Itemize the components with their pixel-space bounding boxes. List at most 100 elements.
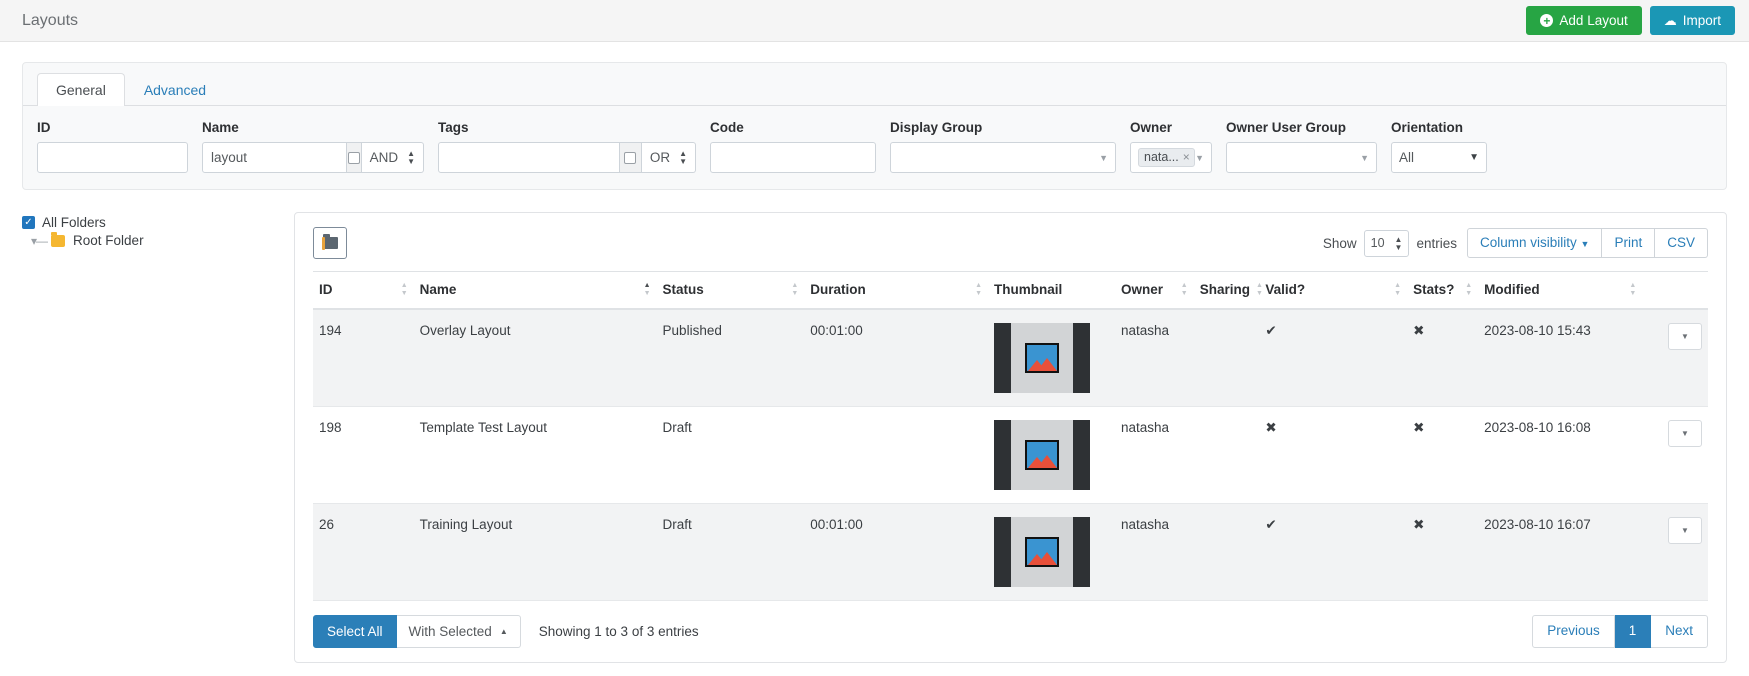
thumbnail-inner: [1011, 517, 1073, 587]
cell-duration: 00:01:00: [804, 309, 988, 407]
cloud-upload-icon: ☁: [1664, 14, 1677, 27]
cell-owner: natasha: [1115, 504, 1194, 601]
tree-item-all-folders[interactable]: ✓ All Folders: [22, 215, 294, 230]
orientation-select[interactable]: All ▼: [1391, 142, 1487, 173]
owner-label: Owner: [1130, 120, 1212, 135]
add-layout-label: Add Layout: [1559, 14, 1627, 28]
cell-stats: ✖: [1407, 407, 1478, 504]
column-visibility-button[interactable]: Column visibility ▼: [1467, 228, 1602, 259]
col-header-stats[interactable]: Stats?▲▼: [1407, 272, 1478, 310]
table-head: ID▲▼ Name▲▼ Status▲▼ Duration▲▼ Thumbnai…: [313, 272, 1708, 310]
id-label: ID: [37, 120, 188, 135]
page-header: Layouts + Add Layout ☁ Import: [0, 0, 1749, 42]
chevron-down-icon: ▼: [1360, 153, 1369, 163]
col-header-owner-label: Owner: [1121, 282, 1163, 297]
tree-expand-icon[interactable]: ▾—: [31, 234, 47, 248]
cell-name: Overlay Layout: [414, 309, 657, 407]
cell-sharing: [1194, 504, 1260, 601]
col-header-name-label: Name: [420, 282, 457, 297]
display-group-label: Display Group: [890, 120, 1116, 135]
csv-button[interactable]: CSV: [1655, 228, 1708, 259]
col-header-valid[interactable]: Valid?▲▼: [1259, 272, 1407, 310]
row-actions-dropdown-button[interactable]: ▼: [1668, 323, 1702, 350]
with-selected-button[interactable]: With Selected ▲: [397, 615, 521, 648]
cell-modified: 2023-08-10 15:43: [1478, 309, 1642, 407]
add-layout-button[interactable]: + Add Layout: [1526, 6, 1641, 36]
table-toolbar: Show 10 ▲▼ entries Column visibility ▼ P…: [313, 227, 1708, 259]
tree-item-root-folder[interactable]: ▾— Root Folder: [22, 233, 294, 248]
layouts-table-card: Show 10 ▲▼ entries Column visibility ▼ P…: [294, 212, 1727, 663]
col-header-id[interactable]: ID▲▼: [313, 272, 414, 310]
tab-general[interactable]: General: [37, 73, 125, 106]
tags-exact-checkbox[interactable]: [620, 142, 642, 173]
table-header-row: ID▲▼ Name▲▼ Status▲▼ Duration▲▼ Thumbnai…: [313, 272, 1708, 310]
col-header-modified[interactable]: Modified▲▼: [1478, 272, 1642, 310]
cell-status: Published: [657, 309, 805, 407]
root-folder-label: Root Folder: [73, 233, 144, 248]
row-actions-dropdown-button[interactable]: ▼: [1668, 517, 1702, 544]
checkbox-checked-icon[interactable]: ✓: [22, 216, 35, 229]
thumbnail-image: [994, 420, 1090, 490]
cell-id: 194: [313, 309, 414, 407]
cell-sharing: [1194, 407, 1260, 504]
col-header-sharing[interactable]: Sharing▲▼: [1194, 272, 1260, 310]
cell-valid: ✔: [1259, 504, 1407, 601]
sort-icon: ▲▼: [975, 283, 982, 297]
checkbox-box: [624, 152, 636, 164]
sort-icon: ▲▼: [1465, 283, 1472, 297]
select-all-button[interactable]: Select All: [313, 615, 397, 648]
folder-filter-button[interactable]: [313, 227, 347, 259]
show-label: Show: [1323, 236, 1357, 251]
id-input[interactable]: [37, 142, 188, 173]
sort-icon: ▲▼: [791, 283, 798, 297]
owner-user-group-select[interactable]: ▼: [1226, 142, 1377, 173]
name-input[interactable]: [202, 142, 347, 173]
cell-modified: 2023-08-10 16:08: [1478, 407, 1642, 504]
close-icon[interactable]: ×: [1183, 150, 1190, 164]
col-header-name[interactable]: Name▲▼: [414, 272, 657, 310]
filter-card: General Advanced ID Name AND ▲▼ Tags: [22, 62, 1727, 190]
table-row[interactable]: 198 Template Test Layout Draft natasha ✖…: [313, 407, 1708, 504]
col-header-status-label: Status: [663, 282, 704, 297]
cell-name: Training Layout: [414, 504, 657, 601]
caret-up-icon: ▲: [500, 627, 508, 636]
import-button[interactable]: ☁ Import: [1650, 6, 1735, 36]
name-logic-value: AND: [370, 150, 399, 165]
thumbnail-image: [994, 517, 1090, 587]
display-group-select[interactable]: ▼: [890, 142, 1116, 173]
tab-advanced[interactable]: Advanced: [125, 73, 225, 106]
import-label: Import: [1683, 14, 1721, 28]
owner-token[interactable]: nata... ×: [1138, 148, 1195, 167]
col-header-sharing-label: Sharing: [1200, 282, 1250, 297]
owner-select[interactable]: nata... × ▼: [1130, 142, 1212, 173]
row-actions-dropdown-button[interactable]: ▼: [1668, 420, 1702, 447]
code-input[interactable]: [710, 142, 876, 173]
pagination-page-1[interactable]: 1: [1615, 615, 1652, 647]
col-header-duration[interactable]: Duration▲▼: [804, 272, 988, 310]
header-actions: + Add Layout ☁ Import: [1526, 6, 1735, 36]
sort-icon: ▲▼: [1394, 283, 1401, 297]
table-row[interactable]: 26 Training Layout Draft 00:01:00 natash…: [313, 504, 1708, 601]
page-length-select[interactable]: 10 ▲▼: [1364, 230, 1410, 257]
col-header-owner[interactable]: Owner▲▼: [1115, 272, 1194, 310]
orientation-value: All: [1399, 150, 1414, 165]
col-header-status[interactable]: Status ▲▼: [657, 272, 805, 310]
tags-logic-select[interactable]: OR ▲▼: [642, 142, 696, 173]
pagination: Previous 1 Next: [1532, 615, 1708, 647]
cell-valid: ✔: [1259, 309, 1407, 407]
entries-label: entries: [1416, 236, 1457, 251]
cell-stats: ✖: [1407, 504, 1478, 601]
pagination-previous[interactable]: Previous: [1532, 615, 1615, 647]
table-row[interactable]: 194 Overlay Layout Published 00:01:00 na…: [313, 309, 1708, 407]
pagination-next[interactable]: Next: [1651, 615, 1708, 647]
with-selected-label: With Selected: [409, 624, 492, 639]
name-logic-select[interactable]: AND ▲▼: [362, 142, 424, 173]
thumbnail-image: [994, 323, 1090, 393]
col-header-thumbnail-label: Thumbnail: [994, 282, 1062, 297]
print-button[interactable]: Print: [1602, 228, 1655, 259]
tags-input[interactable]: [438, 142, 620, 173]
table-toolbar-right: Show 10 ▲▼ entries Column visibility ▼ P…: [1323, 228, 1708, 259]
name-exact-checkbox[interactable]: [347, 142, 362, 173]
thumbnail-inner: [1011, 420, 1073, 490]
cell-owner: natasha: [1115, 407, 1194, 504]
